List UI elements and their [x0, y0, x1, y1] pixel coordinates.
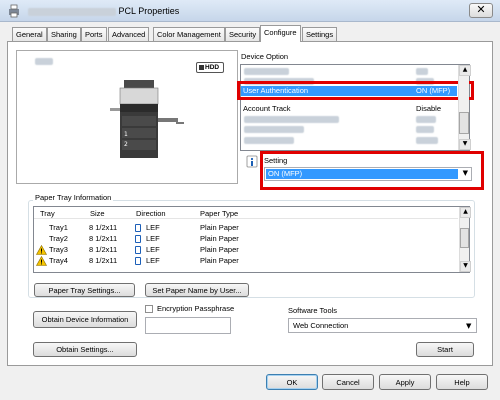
scroll-down-icon[interactable]: ▼: [460, 261, 471, 272]
model-name-redacted: [35, 58, 53, 65]
printer-machine-icon: 1 2: [110, 80, 184, 158]
paper-direction-icon: [135, 235, 141, 243]
printer-icon: [9, 4, 19, 18]
user-authentication-highlight-frame: [237, 81, 474, 100]
tab-settings[interactable]: Settings: [302, 27, 338, 41]
tab-ports[interactable]: Ports: [81, 27, 107, 41]
info-icon: [246, 155, 258, 168]
tab-advanced[interactable]: Advanced: [108, 27, 150, 41]
table-row[interactable]: Tray1 8 1/2x11 LEF Plain Paper: [34, 223, 458, 234]
device-option-value-redacted: [416, 137, 438, 144]
close-button[interactable]: ✕: [469, 3, 493, 18]
device-option-value-redacted: [416, 116, 436, 123]
close-icon: ✕: [476, 3, 486, 16]
scroll-down-icon[interactable]: ▼: [459, 139, 471, 150]
paper-direction-icon: [135, 246, 141, 254]
software-tools-label: Software Tools: [288, 306, 338, 315]
table-row[interactable]: Tray3 8 1/2x11 LEF Plain Paper: [34, 245, 458, 256]
hdd-icon: [199, 64, 204, 70]
table-row[interactable]: Tray2 8 1/2x11 LEF Plain Paper: [34, 234, 458, 245]
column-header-tray[interactable]: Tray: [40, 209, 55, 219]
set-paper-name-button[interactable]: Set Paper Name by User...: [145, 283, 249, 297]
window-title: PCL Properties: [28, 4, 179, 18]
column-header-paper-type[interactable]: Paper Type: [200, 209, 238, 219]
device-option-label: Device Option: [241, 52, 289, 61]
start-button[interactable]: Start: [416, 342, 474, 357]
hdd-badge: HDD: [196, 62, 224, 73]
scrollbar-thumb[interactable]: [460, 228, 469, 248]
printer-name-redacted: [28, 7, 116, 16]
table-row[interactable]: Tray4 8 1/2x11 LEF Plain Paper: [34, 256, 458, 267]
help-button[interactable]: Help: [436, 374, 488, 390]
device-option-row-redacted: [244, 126, 304, 133]
setting-highlight-frame: [260, 151, 484, 190]
svg-text:1: 1: [124, 131, 128, 138]
paper-tray-settings-button[interactable]: Paper Tray Settings...: [34, 283, 135, 297]
window-title-text: PCL Properties: [118, 6, 180, 16]
paper-direction-icon: [135, 224, 141, 232]
device-option-row-redacted: [244, 68, 289, 75]
obtain-device-information-button[interactable]: Obtain Device Information: [33, 311, 137, 328]
paper-tray-header: Tray Size Direction Paper Type: [34, 207, 458, 219]
paper-direction-icon: [135, 257, 141, 265]
encryption-passphrase-field[interactable]: [145, 317, 231, 334]
paper-tray-scrollbar[interactable]: ▲ ▼: [459, 207, 471, 272]
warning-icon: [36, 245, 47, 255]
software-tools-select[interactable]: Web Connection ▼: [288, 318, 477, 333]
scroll-up-icon[interactable]: ▲: [459, 65, 471, 76]
warning-icon: [36, 256, 47, 266]
svg-text:2: 2: [124, 141, 128, 148]
obtain-settings-button[interactable]: Obtain Settings...: [33, 342, 137, 357]
tab-general[interactable]: General: [12, 27, 47, 41]
cancel-button[interactable]: Cancel: [322, 374, 374, 390]
encryption-passphrase-checkbox[interactable]: [145, 305, 153, 313]
tab-security[interactable]: Security: [225, 27, 261, 41]
device-option-row-redacted: [244, 137, 294, 144]
tab-sharing[interactable]: Sharing: [47, 27, 81, 41]
device-option-row-account-track[interactable]: Account Track Disable: [241, 104, 457, 114]
tab-color-management[interactable]: Color Management: [153, 27, 225, 41]
column-header-direction[interactable]: Direction: [136, 209, 166, 219]
device-option-row-redacted: [244, 116, 339, 123]
column-header-size[interactable]: Size: [90, 209, 105, 219]
apply-button[interactable]: Apply: [379, 374, 431, 390]
device-option-scrollbar[interactable]: ▲ ▼: [458, 65, 471, 150]
scroll-up-icon[interactable]: ▲: [460, 207, 471, 218]
scrollbar-thumb[interactable]: [459, 112, 469, 134]
paper-tray-label: Paper Tray Information: [33, 193, 114, 203]
device-option-value-redacted: [416, 68, 428, 75]
device-option-value-redacted: [416, 126, 434, 133]
encryption-passphrase-label: Encryption Passphrase: [157, 304, 235, 313]
chevron-down-icon: ▼: [466, 322, 472, 330]
ok-button[interactable]: OK: [266, 374, 318, 390]
tab-configure[interactable]: Configure: [260, 25, 301, 42]
